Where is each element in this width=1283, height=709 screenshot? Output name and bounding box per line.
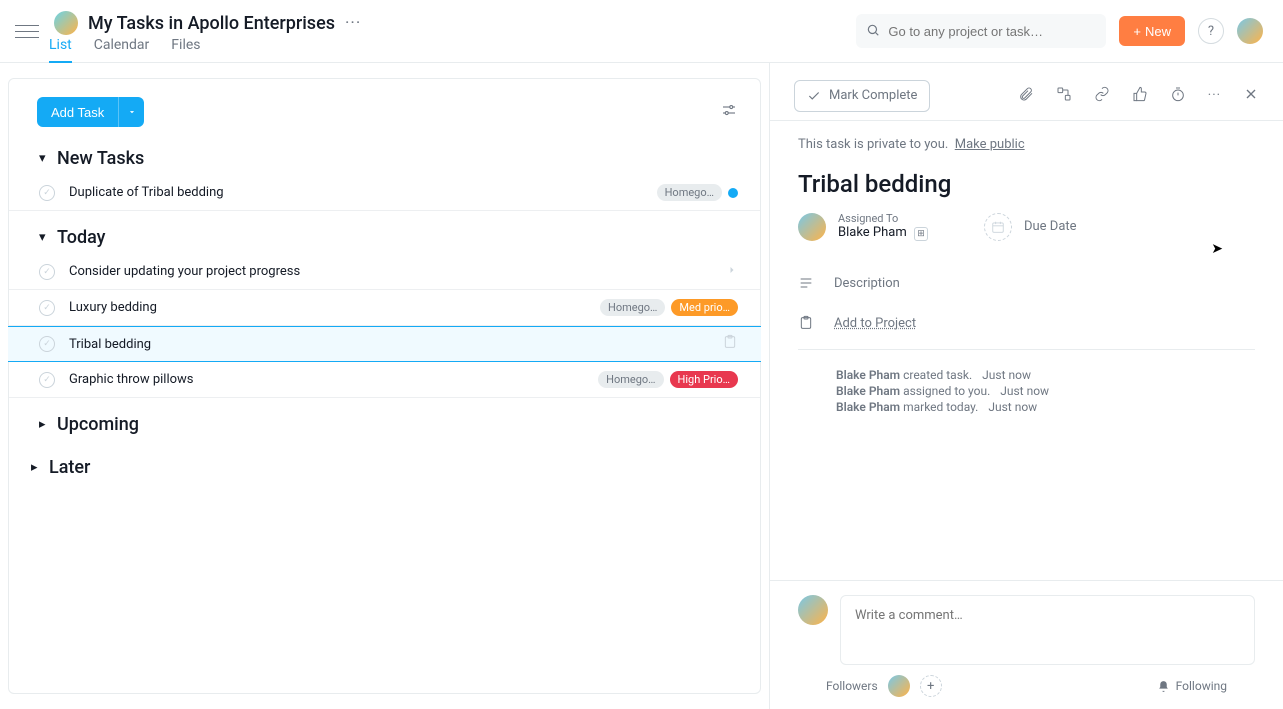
project-tag[interactable]: Homego… — [657, 184, 722, 201]
new-button[interactable]: + New — [1119, 16, 1185, 46]
add-task-dropdown[interactable] — [118, 97, 144, 127]
more-icon[interactable]: ··· — [1208, 88, 1221, 103]
section-title: Today — [57, 227, 106, 248]
make-public-link[interactable]: Make public — [955, 137, 1025, 152]
privacy-text: This task is private to you. — [798, 137, 948, 152]
org-icon: ⊞ — [914, 227, 928, 241]
mark-complete-button[interactable]: Mark Complete — [794, 80, 930, 112]
description-placeholder: Description — [834, 276, 900, 291]
search-icon — [866, 23, 880, 41]
clipboard-icon — [798, 315, 814, 331]
calendar-icon — [984, 213, 1012, 241]
hamburger-menu[interactable] — [15, 19, 39, 43]
detail-task-title[interactable]: Tribal bedding — [770, 152, 1283, 212]
new-button-label: New — [1145, 24, 1171, 39]
chevron-right-icon — [726, 264, 738, 280]
check-icon — [807, 89, 821, 103]
check-icon[interactable]: ✓ — [39, 185, 55, 201]
section-new-tasks[interactable]: ▾ New Tasks — [9, 132, 760, 175]
user-avatar[interactable] — [1237, 18, 1263, 44]
task-row[interactable]: ✓ Duplicate of Tribal bedding Homego… — [9, 175, 760, 211]
section-today[interactable]: ▾ Today — [9, 211, 760, 254]
follower-avatar[interactable] — [888, 675, 910, 697]
subtask-icon[interactable] — [1056, 86, 1072, 106]
due-date[interactable]: Due Date — [984, 212, 1077, 241]
comment-input[interactable] — [840, 595, 1255, 665]
task-row-selected[interactable]: ✓ Tribal bedding — [8, 326, 761, 362]
task-name: Duplicate of Tribal bedding — [69, 185, 657, 200]
tab-list[interactable]: List — [49, 37, 72, 63]
chevron-down-icon — [127, 107, 137, 117]
caret-right-icon: ▸ — [31, 460, 43, 475]
tab-calendar[interactable]: Calendar — [94, 37, 150, 63]
tab-files[interactable]: Files — [171, 37, 200, 63]
divider — [798, 349, 1255, 350]
section-title: Upcoming — [57, 414, 139, 435]
section-title: New Tasks — [57, 148, 144, 169]
followers-label: Followers — [826, 679, 878, 693]
workspace-avatar[interactable] — [54, 11, 78, 35]
following-label: Following — [1176, 679, 1227, 693]
project-tag[interactable]: Homego… — [600, 299, 665, 316]
close-icon[interactable] — [1243, 86, 1259, 106]
mark-complete-label: Mark Complete — [829, 88, 917, 103]
assignee-avatar — [798, 213, 826, 241]
task-name: Tribal bedding — [69, 337, 722, 352]
priority-tag[interactable]: High Prio… — [670, 371, 738, 388]
assigned-to[interactable]: Assigned To Blake Pham ⊞ — [798, 212, 928, 241]
check-icon[interactable]: ✓ — [39, 264, 55, 280]
task-row[interactable]: ✓ Consider updating your project progres… — [9, 254, 760, 290]
bell-icon — [1157, 680, 1170, 693]
caret-down-icon: ▾ — [39, 151, 51, 166]
assigned-value: Blake Pham — [838, 225, 907, 240]
assigned-label: Assigned To — [838, 212, 928, 225]
project-tag[interactable]: Homego… — [598, 371, 663, 388]
page-title: My Tasks in Apollo Enterprises — [88, 13, 335, 34]
add-project-link: Add to Project — [834, 316, 916, 331]
check-icon[interactable]: ✓ — [39, 372, 55, 388]
due-label: Due Date — [1024, 219, 1077, 234]
add-to-project[interactable]: Add to Project — [770, 303, 1283, 343]
attachment-icon[interactable] — [1018, 86, 1034, 106]
comment-avatar — [798, 595, 828, 625]
section-later[interactable]: ▸ Later — [9, 441, 760, 484]
details-icon[interactable] — [722, 334, 738, 354]
section-title: Later — [49, 457, 90, 478]
description-field[interactable]: Description — [770, 263, 1283, 303]
caret-down-icon: ▾ — [39, 230, 51, 245]
add-task-button[interactable]: Add Task — [37, 97, 118, 127]
section-upcoming[interactable]: ▸ Upcoming — [9, 398, 760, 441]
task-name: Graphic throw pillows — [69, 372, 598, 387]
filter-icon[interactable] — [720, 101, 738, 123]
plus-icon: + — [1133, 24, 1141, 39]
check-icon[interactable]: ✓ — [39, 300, 55, 316]
check-icon[interactable]: ✓ — [39, 336, 55, 352]
add-follower-button[interactable]: + — [920, 675, 942, 697]
search-input[interactable] — [856, 14, 1106, 48]
priority-tag[interactable]: Med prio… — [671, 299, 738, 316]
task-name: Consider updating your project progress — [69, 264, 726, 279]
link-icon[interactable] — [1094, 86, 1110, 106]
activity-log: Blake Pham created task.Just now Blake P… — [770, 358, 1283, 424]
title-more-icon[interactable]: ··· — [345, 13, 361, 33]
help-button[interactable]: ? — [1198, 18, 1224, 44]
task-name: Luxury bedding — [69, 300, 600, 315]
status-dot-icon — [728, 188, 738, 198]
following-toggle[interactable]: Following — [1157, 679, 1227, 693]
task-row[interactable]: ✓ Luxury bedding Homego… Med prio… — [9, 290, 760, 326]
task-row[interactable]: ✓ Graphic throw pillows Homego… High Pri… — [9, 362, 760, 398]
caret-right-icon: ▸ — [39, 417, 51, 432]
timer-icon[interactable] — [1170, 86, 1186, 106]
description-icon — [798, 275, 814, 291]
like-icon[interactable] — [1132, 86, 1148, 106]
